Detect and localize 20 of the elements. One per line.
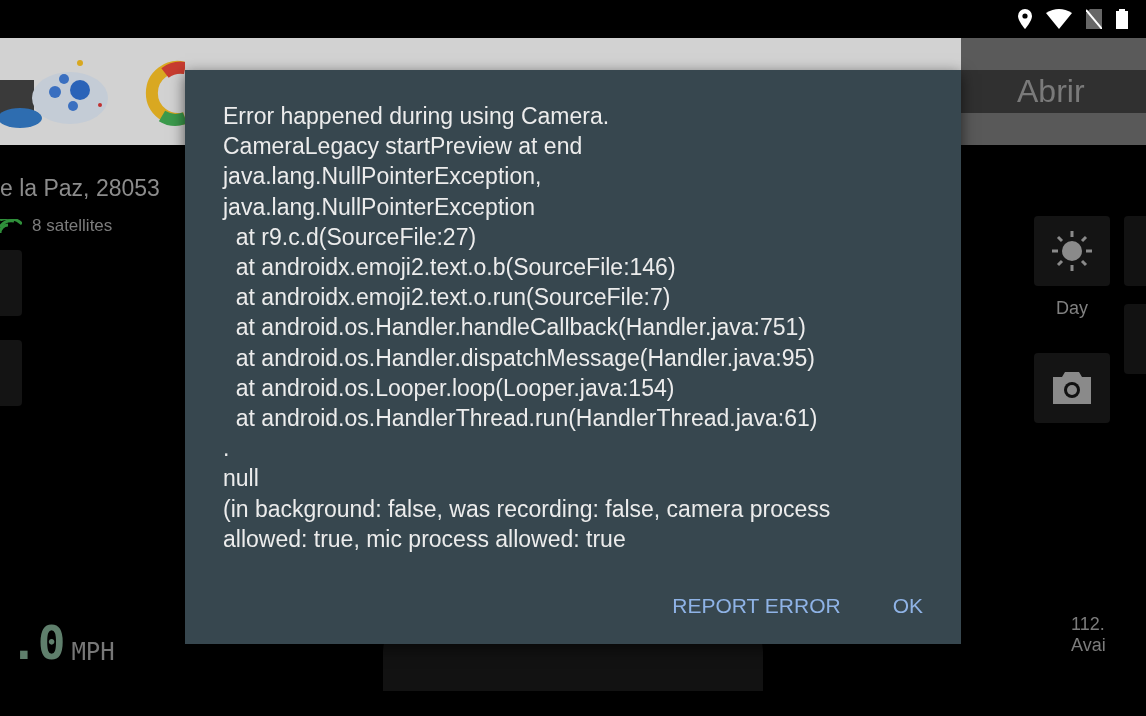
camera-icon bbox=[1053, 372, 1091, 404]
battery-icon bbox=[1116, 9, 1128, 29]
storage-text: Avai bbox=[1071, 635, 1107, 656]
address-text: e la Paz, 28053 bbox=[0, 175, 161, 202]
no-sim-icon bbox=[1086, 9, 1102, 29]
speed-unit: MPH bbox=[71, 638, 115, 666]
speed-value: .0 bbox=[10, 620, 66, 666]
wifi-icon bbox=[1046, 9, 1072, 29]
mode-label: Day bbox=[1056, 298, 1088, 319]
dialog-button[interactable]: OK bbox=[874, 586, 941, 626]
error-message: Error happened during using Camera. CameraLegacy startPreview at end java.lang.NullPointerException, java.lang.NullPointerException at r9.c.d(SourceFile:27) at androidx.emoji2.text.o.b(SourceFile:146) at androidx.emoji2.text.o.run(SourceFile:7) at android.os.Handler.handleCallback(Handler.java:751) at android.os.Handler.dispatchMessage(Handler.java:95) at android.os.Looper.loop(Looper.java:154) at android.os.HandlerThread.run(HandlerThread.java:61) . null (in background: false, was recording: false, camera process allowed: true, mic process allowed: true bbox=[223, 102, 832, 554]
day-mode-button[interactable] bbox=[1034, 216, 1110, 286]
camera-button[interactable] bbox=[1034, 353, 1110, 423]
open-button[interactable]: Abrir bbox=[961, 70, 1146, 113]
storage-text: 112. bbox=[1071, 614, 1106, 635]
location-icon bbox=[1018, 9, 1032, 29]
sun-icon bbox=[1051, 230, 1093, 272]
dialog-button[interactable]: REPORT ERROR bbox=[654, 586, 859, 626]
gps-signal-icon bbox=[0, 219, 22, 233]
satellite-count: 8 satellites bbox=[32, 216, 113, 236]
